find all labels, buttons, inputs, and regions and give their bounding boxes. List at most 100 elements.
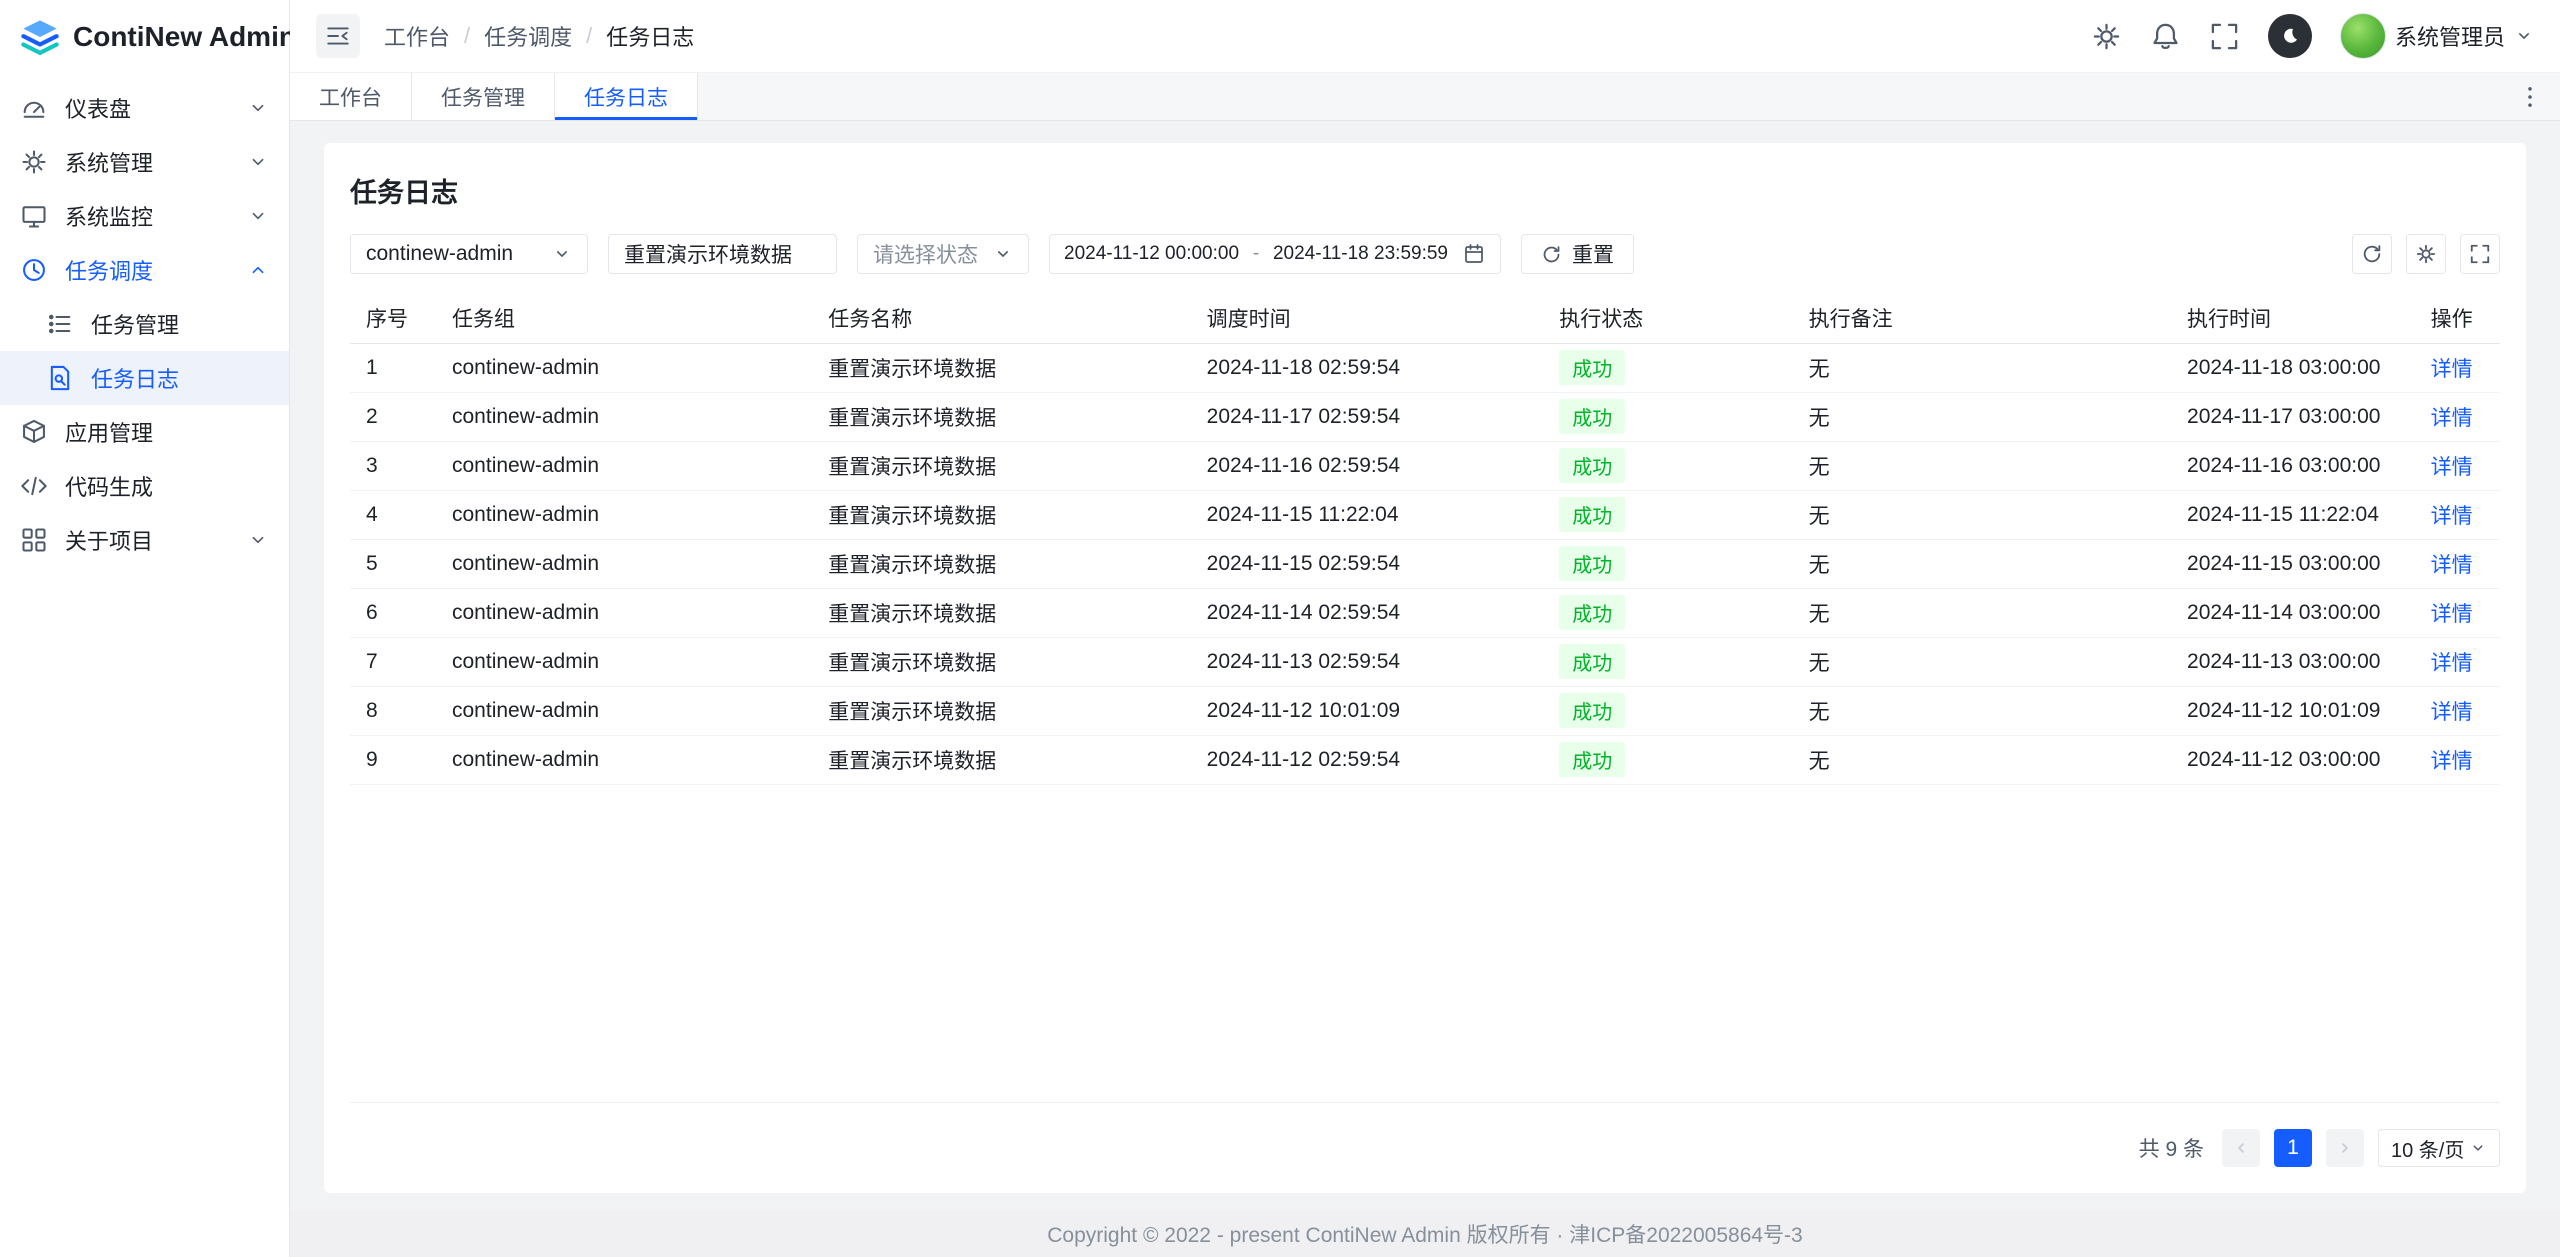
cell-note: 无 — [1793, 392, 2171, 441]
status-select[interactable]: 请选择状态 — [857, 234, 1029, 274]
tab-task-management[interactable]: 任务管理 — [412, 73, 555, 120]
sidebar-menu: 仪表盘 系统管理 系统监控 — [0, 73, 289, 567]
chevron-down-icon — [552, 244, 572, 264]
detail-link[interactable]: 详情 — [2431, 407, 2473, 430]
app-logo-icon — [20, 17, 60, 57]
table-body: 1 continew-admin 重置演示环境数据 2024-11-18 02:… — [350, 343, 2500, 784]
sidebar-item-label: 系统监控 — [65, 200, 153, 232]
tab-workbench[interactable]: 工作台 — [290, 73, 412, 120]
sidebar-item-task-management[interactable]: 任务管理 — [0, 297, 289, 351]
sidebar-item-system-monitor[interactable]: 系统监控 — [0, 189, 289, 243]
cell-group: continew-admin — [436, 392, 812, 441]
refresh-icon — [1541, 244, 1562, 265]
pagination-current-page[interactable]: 1 — [2274, 1129, 2312, 1167]
logo[interactable]: ContiNew Admin — [0, 0, 289, 73]
sidebar-item-app-management[interactable]: 应用管理 — [0, 405, 289, 459]
cell-name: 重置演示环境数据 — [812, 588, 1190, 637]
sidebar-item-system-management[interactable]: 系统管理 — [0, 135, 289, 189]
code-icon — [20, 472, 48, 500]
user-menu[interactable]: 系统管理员 — [2340, 13, 2534, 59]
cell-status: 成功 — [1543, 490, 1792, 539]
task-group-select[interactable]: continew-admin — [350, 234, 588, 274]
cell-action: 详情 — [2403, 539, 2500, 588]
date-end: 2024-11-18 23:59:59 — [1273, 243, 1448, 265]
cell-schedule-time: 2024-11-17 02:59:54 — [1191, 392, 1544, 441]
chevron-down-icon — [2514, 26, 2534, 46]
sidebar-item-task-log[interactable]: 任务日志 — [0, 351, 289, 405]
detail-link[interactable]: 详情 — [2431, 701, 2473, 724]
content-area: 任务日志 continew-admin 请选择状态 — [290, 121, 2560, 1210]
cell-name: 重置演示环境数据 — [812, 490, 1190, 539]
table-fullscreen-button[interactable] — [2460, 234, 2500, 274]
reset-button[interactable]: 重置 — [1521, 234, 1634, 274]
cell-group: continew-admin — [436, 343, 812, 392]
table-row: 8 continew-admin 重置演示环境数据 2024-11-12 10:… — [350, 686, 2500, 735]
sidebar-collapse-button[interactable] — [316, 14, 360, 58]
detail-link[interactable]: 详情 — [2431, 456, 2473, 479]
detail-link[interactable]: 详情 — [2431, 358, 2473, 381]
page-size-select[interactable]: 10 条/页 — [2378, 1129, 2500, 1167]
cell-schedule-time: 2024-11-18 02:59:54 — [1191, 343, 1544, 392]
cell-status: 成功 — [1543, 539, 1792, 588]
cell-group: continew-admin — [436, 441, 812, 490]
breadcrumb-item[interactable]: 任务调度 — [484, 20, 572, 52]
sidebar-item-label: 关于项目 — [65, 524, 153, 556]
tab-task-log[interactable]: 任务日志 — [555, 73, 698, 120]
date-range-picker[interactable]: 2024-11-12 00:00:00 - 2024-11-18 23:59:5… — [1049, 234, 1501, 274]
cell-status: 成功 — [1543, 441, 1792, 490]
cell-status: 成功 — [1543, 735, 1792, 784]
dashboard-icon — [20, 94, 48, 122]
sidebar-item-dashboard[interactable]: 仪表盘 — [0, 81, 289, 135]
status-badge: 成功 — [1559, 448, 1625, 483]
tab-label: 任务管理 — [441, 82, 525, 112]
copyright-text: Copyright © 2022 - present ContiNew Admi… — [1047, 1219, 1802, 1249]
pagination-next-button[interactable] — [2326, 1129, 2364, 1167]
date-start: 2024-11-12 00:00:00 — [1064, 243, 1239, 265]
breadcrumb-item[interactable]: 工作台 — [384, 20, 450, 52]
notification-bell-icon[interactable] — [2150, 21, 2181, 52]
cell-action: 详情 — [2403, 392, 2500, 441]
cell-note: 无 — [1793, 637, 2171, 686]
sidebar-item-task-scheduler[interactable]: 任务调度 — [0, 243, 289, 297]
cell-exec-time: 2024-11-16 03:00:00 — [2171, 441, 2403, 490]
settings-icon[interactable] — [2091, 21, 2122, 52]
detail-link[interactable]: 详情 — [2431, 505, 2473, 528]
sidebar-item-label: 代码生成 — [65, 470, 153, 502]
monitor-icon — [20, 202, 48, 230]
status-badge: 成功 — [1559, 350, 1625, 385]
cell-index: 5 — [350, 539, 436, 588]
status-badge: 成功 — [1559, 595, 1625, 630]
pagination-prev-button[interactable] — [2222, 1129, 2260, 1167]
column-header-note: 执行备注 — [1793, 294, 2171, 343]
cell-schedule-time: 2024-11-13 02:59:54 — [1191, 637, 1544, 686]
cell-note: 无 — [1793, 539, 2171, 588]
table-settings-button[interactable] — [2406, 234, 2446, 274]
task-log-table: 序号 任务组 任务名称 调度时间 执行状态 执行备注 执行时间 操作 1 con… — [350, 294, 2500, 785]
refresh-icon — [2361, 243, 2383, 265]
column-header-name: 任务名称 — [812, 294, 1190, 343]
sidebar-item-code-generation[interactable]: 代码生成 — [0, 459, 289, 513]
task-name-input[interactable] — [609, 235, 836, 273]
detail-link[interactable]: 详情 — [2431, 603, 2473, 626]
fullscreen-icon[interactable] — [2209, 21, 2240, 52]
sidebar-item-label: 仪表盘 — [65, 92, 131, 124]
cell-name: 重置演示环境数据 — [812, 392, 1190, 441]
cell-action: 详情 — [2403, 735, 2500, 784]
sidebar-item-about-project[interactable]: 关于项目 — [0, 513, 289, 567]
theme-toggle-button[interactable] — [2268, 14, 2312, 58]
detail-link[interactable]: 详情 — [2431, 750, 2473, 773]
detail-link[interactable]: 详情 — [2431, 554, 2473, 577]
tab-label: 工作台 — [319, 82, 382, 112]
cell-status: 成功 — [1543, 343, 1792, 392]
sidebar-item-label: 系统管理 — [65, 146, 153, 178]
cell-group: continew-admin — [436, 686, 812, 735]
chevron-right-icon — [2336, 1139, 2354, 1157]
cell-index: 6 — [350, 588, 436, 637]
detail-link[interactable]: 详情 — [2431, 652, 2473, 675]
cell-schedule-time: 2024-11-15 11:22:04 — [1191, 490, 1544, 539]
table-row: 9 continew-admin 重置演示环境数据 2024-11-12 02:… — [350, 735, 2500, 784]
tab-more-icon[interactable] — [2516, 83, 2544, 111]
cell-schedule-time: 2024-11-12 02:59:54 — [1191, 735, 1544, 784]
refresh-table-button[interactable] — [2352, 234, 2392, 274]
cell-exec-time: 2024-11-12 03:00:00 — [2171, 735, 2403, 784]
